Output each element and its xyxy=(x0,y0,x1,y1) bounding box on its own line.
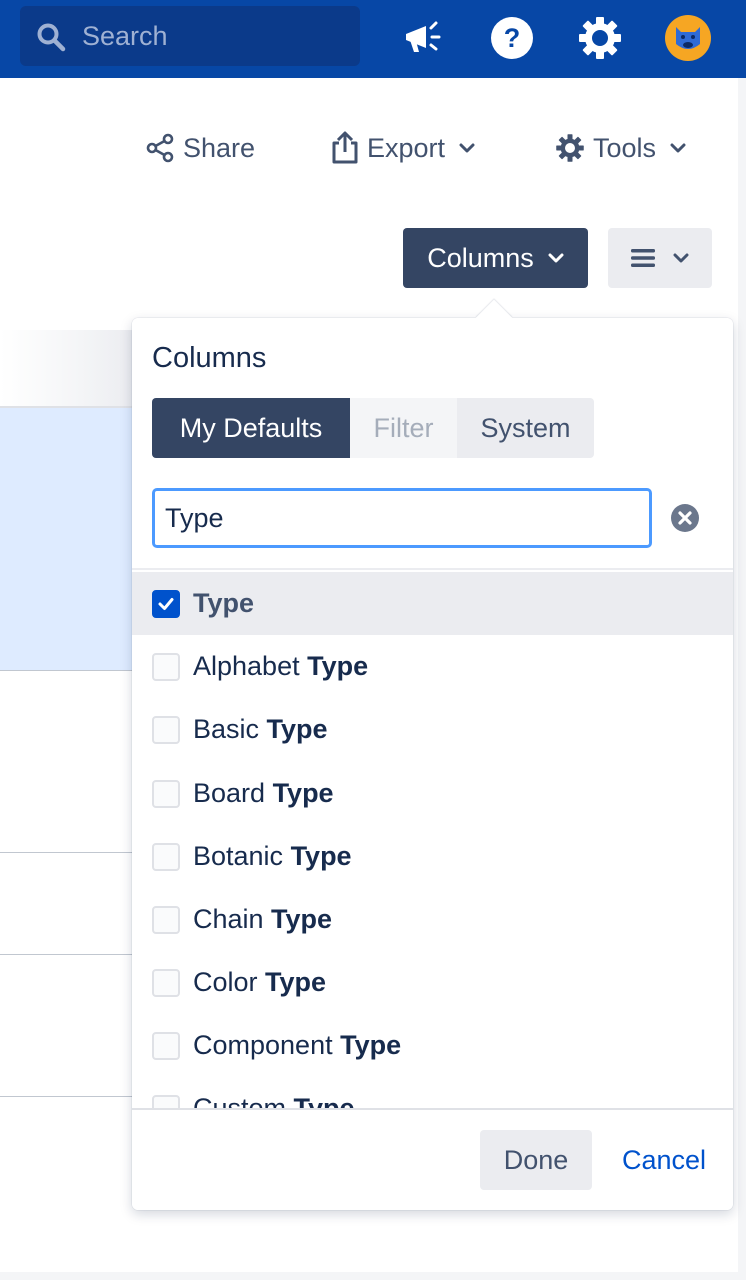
checkbox-checked[interactable] xyxy=(152,589,180,618)
list-item-label: Basic Type xyxy=(193,714,328,745)
item-prefix: Botanic xyxy=(193,841,291,871)
settings-icon[interactable] xyxy=(576,14,624,62)
checkbox[interactable] xyxy=(152,968,180,997)
item-match: Type xyxy=(272,778,334,808)
list-item[interactable]: Basic Type xyxy=(132,698,733,761)
share-button[interactable]: Share xyxy=(145,128,255,168)
search-input[interactable] xyxy=(82,6,352,66)
list-item[interactable]: Component Type xyxy=(132,1014,733,1077)
chevron-down-icon xyxy=(459,143,475,153)
list-item[interactable]: Board Type xyxy=(132,762,733,825)
tab-my-defaults[interactable]: My Defaults xyxy=(152,398,350,458)
export-button[interactable]: Export xyxy=(331,128,475,168)
avatar[interactable] xyxy=(664,14,712,62)
list-item-label: Color Type xyxy=(193,967,326,998)
column-filter-input[interactable] xyxy=(152,488,652,548)
table-row-divider xyxy=(0,1096,135,1097)
cancel-link[interactable]: Cancel xyxy=(622,1130,706,1190)
list-item-label: Component Type xyxy=(193,1030,401,1061)
export-label: Export xyxy=(367,132,446,163)
item-prefix: Custom xyxy=(193,1093,294,1108)
item-prefix: Component xyxy=(193,1030,341,1060)
list-item-label: Chain Type xyxy=(193,904,332,935)
search-box[interactable] xyxy=(20,6,360,66)
top-navigation-bar: ? xyxy=(0,0,746,78)
item-match: Type xyxy=(307,651,369,681)
table-header xyxy=(0,330,135,408)
checkbox[interactable] xyxy=(152,652,180,681)
item-match: Type xyxy=(193,588,255,618)
chevron-down-icon xyxy=(673,253,689,263)
list-divider xyxy=(132,568,733,570)
table-row-selected[interactable] xyxy=(0,408,135,670)
list-item-label: Alphabet Type xyxy=(193,651,368,682)
share-label: Share xyxy=(183,132,256,163)
list-item[interactable]: Custom Type xyxy=(132,1077,733,1108)
footer-divider xyxy=(132,1108,733,1110)
search-icon xyxy=(37,23,66,52)
list-item-label: Botanic Type xyxy=(193,841,352,872)
done-button[interactable]: Done xyxy=(480,1130,592,1190)
list-item-label: Custom Type xyxy=(193,1093,355,1108)
item-prefix: Alphabet xyxy=(193,651,308,681)
columns-popup: Columns My Defaults Filter System Type T… xyxy=(132,318,733,1210)
list-item[interactable]: Color Type xyxy=(132,951,733,1014)
layout-view-button[interactable] xyxy=(608,228,712,288)
item-prefix: Chain xyxy=(193,904,272,934)
checkbox[interactable] xyxy=(152,842,180,871)
check-icon xyxy=(158,597,174,610)
item-match: Type xyxy=(340,1030,402,1060)
list-view-icon xyxy=(631,249,655,267)
tab-filter: Filter xyxy=(350,398,457,458)
column-options-list[interactable]: Type Alphabet Type Basic Type Board Type… xyxy=(132,572,733,1108)
columns-button-label: Columns xyxy=(427,242,534,273)
item-prefix: Basic xyxy=(193,714,267,744)
gear-icon xyxy=(556,134,584,162)
table-row-divider xyxy=(0,670,135,671)
help-icon[interactable]: ? xyxy=(488,14,536,62)
chevron-down-icon xyxy=(670,143,686,153)
tools-label: Tools xyxy=(593,132,657,163)
share-icon xyxy=(146,133,174,163)
item-match: Type xyxy=(290,841,352,871)
item-match: Type xyxy=(271,904,333,934)
checkbox[interactable] xyxy=(152,1031,180,1060)
clear-filter-icon[interactable] xyxy=(670,503,700,533)
item-prefix: Board xyxy=(193,778,273,808)
list-item[interactable]: Chain Type xyxy=(132,888,733,951)
checkbox[interactable] xyxy=(152,905,180,934)
table-row-divider xyxy=(0,852,135,853)
megaphone-icon[interactable] xyxy=(400,14,448,62)
item-match: Type xyxy=(265,967,327,997)
chevron-down-icon xyxy=(548,253,564,263)
list-item-label: Type xyxy=(193,588,254,619)
checkbox[interactable] xyxy=(152,1094,180,1108)
tools-button[interactable]: Tools xyxy=(555,128,686,168)
checkbox[interactable] xyxy=(152,715,180,744)
checkbox[interactable] xyxy=(152,779,180,808)
list-item-label: Board Type xyxy=(193,778,334,809)
table-row-divider xyxy=(0,954,135,955)
svg-text:?: ? xyxy=(504,23,521,53)
item-match: Type xyxy=(266,714,328,744)
list-item[interactable]: Type xyxy=(132,572,733,635)
page-edge xyxy=(738,78,746,1280)
list-item[interactable]: Alphabet Type xyxy=(132,635,733,698)
tab-system[interactable]: System xyxy=(457,398,594,458)
list-item[interactable]: Botanic Type xyxy=(132,825,733,888)
export-icon xyxy=(332,131,358,164)
columns-button[interactable]: Columns xyxy=(403,228,588,288)
item-prefix: Color xyxy=(193,967,266,997)
item-match: Type xyxy=(293,1093,355,1108)
popup-title: Columns xyxy=(152,342,267,374)
